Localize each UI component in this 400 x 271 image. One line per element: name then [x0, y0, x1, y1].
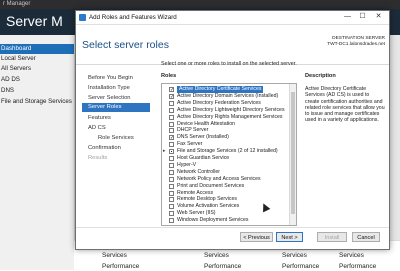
- role-checkbox[interactable]: [169, 156, 174, 161]
- tile-services-link[interactable]: Services: [204, 252, 229, 259]
- sidebar-item-ad-ds[interactable]: AD DS: [0, 75, 74, 85]
- sidebar-item-dns[interactable]: DNS: [0, 86, 74, 96]
- footer-divider: [76, 227, 389, 228]
- role-checkbox[interactable]: ✓: [169, 135, 174, 141]
- server-manager-titlebar: r Manager: [0, 0, 400, 9]
- role-checkbox[interactable]: [169, 162, 174, 168]
- tile-services-link[interactable]: Services: [339, 252, 364, 259]
- role-checkbox[interactable]: [169, 142, 174, 148]
- add-roles-wizard-dialog: Add Roles and Features Wizard — ☐ ✕ Sele…: [75, 10, 390, 250]
- step-server-roles[interactable]: Server Roles: [82, 103, 150, 112]
- page-title: Select server roles: [82, 39, 169, 51]
- roles-list[interactable]: ✓ Active Directory Certificate Services ✓ A…: [161, 83, 297, 226]
- role-checkbox[interactable]: [169, 169, 174, 175]
- wizard-window-title: Add Roles and Features Wizard: [89, 14, 177, 21]
- tile-performance-link[interactable]: Performance: [282, 263, 319, 270]
- roles-scrollbar[interactable]: [289, 84, 296, 225]
- server-manager-sidebar: Dashboard Local Server All Servers AD DS…: [0, 35, 75, 270]
- tile-services-link[interactable]: Services: [102, 252, 127, 259]
- step-results: Results: [88, 155, 108, 161]
- role-checkbox[interactable]: [169, 128, 174, 134]
- role-checkbox[interactable]: [169, 211, 174, 217]
- sidebar-item-dashboard[interactable]: Dashboard: [0, 44, 74, 54]
- wizard-titlebar[interactable]: Add Roles and Features Wizard — ☐ ✕: [76, 11, 389, 25]
- role-label: Windows Deployment Services: [177, 217, 249, 224]
- role-checkbox[interactable]: [169, 121, 174, 127]
- server-manager-window-title: r Manager: [3, 1, 31, 7]
- role-checkbox[interactable]: [169, 114, 174, 120]
- step-role-services[interactable]: Role Services: [98, 135, 134, 141]
- instruction-text: Select one or more roles to install on t…: [161, 61, 297, 67]
- tile-performance-link[interactable]: Performance: [339, 263, 376, 270]
- role-item[interactable]: Windows Deployment Services: [162, 217, 290, 224]
- destination-server-info: DESTINATION SERVER TWT-DC1.lalonsdrades.…: [327, 36, 385, 48]
- destination-server-name: TWT-DC1.lalonsdrades.net: [327, 42, 385, 47]
- role-checkbox[interactable]: [169, 218, 174, 224]
- step-server-selection[interactable]: Server Selection: [88, 95, 131, 101]
- tile-services-link[interactable]: Services: [282, 252, 307, 259]
- roles-column-header: Roles: [161, 73, 177, 79]
- server-manager-icon: [79, 14, 86, 21]
- tile-performance-link[interactable]: Performance: [102, 263, 139, 270]
- step-features[interactable]: Features: [88, 115, 111, 121]
- role-checkbox[interactable]: [169, 190, 174, 196]
- role-checkbox[interactable]: [169, 204, 174, 210]
- role-checkbox[interactable]: [169, 100, 174, 106]
- description-header: Description: [305, 73, 336, 79]
- role-checkbox[interactable]: [169, 149, 174, 155]
- step-ad-cs[interactable]: AD CS: [88, 125, 106, 131]
- install-button: Install: [317, 232, 347, 242]
- role-checkbox[interactable]: [169, 197, 174, 203]
- roles-scrollbar-thumb[interactable]: [291, 92, 295, 214]
- maximize-icon[interactable]: ☐: [357, 12, 368, 22]
- step-confirmation[interactable]: Confirmation: [88, 145, 121, 151]
- sidebar-item-local-server[interactable]: Local Server: [0, 54, 74, 64]
- role-checkbox[interactable]: [169, 183, 174, 189]
- close-icon[interactable]: ✕: [373, 12, 384, 22]
- description-text: Active Directory Certificate Services (A…: [305, 86, 385, 124]
- next-button[interactable]: Next >: [276, 232, 303, 242]
- step-before-you-begin[interactable]: Before You Begin: [88, 75, 133, 81]
- previous-button[interactable]: < Previous: [240, 232, 273, 242]
- wizard-steps-nav: Before You Begin Installation Type Serve…: [76, 65, 156, 237]
- role-checkbox[interactable]: ✓: [169, 87, 174, 93]
- server-manager-header-title: Server M: [6, 13, 63, 29]
- cancel-button[interactable]: Cancel: [352, 232, 380, 242]
- tile-performance-link[interactable]: Performance: [204, 263, 241, 270]
- role-checkbox[interactable]: [169, 176, 174, 182]
- minimize-icon[interactable]: —: [342, 12, 353, 22]
- role-checkbox[interactable]: ✓: [169, 93, 174, 99]
- sidebar-item-all-servers[interactable]: All Servers: [0, 64, 74, 74]
- step-installation-type[interactable]: Installation Type: [88, 85, 130, 91]
- role-checkbox[interactable]: [169, 107, 174, 113]
- sidebar-item-file-storage[interactable]: File and Storage Services: [0, 97, 74, 107]
